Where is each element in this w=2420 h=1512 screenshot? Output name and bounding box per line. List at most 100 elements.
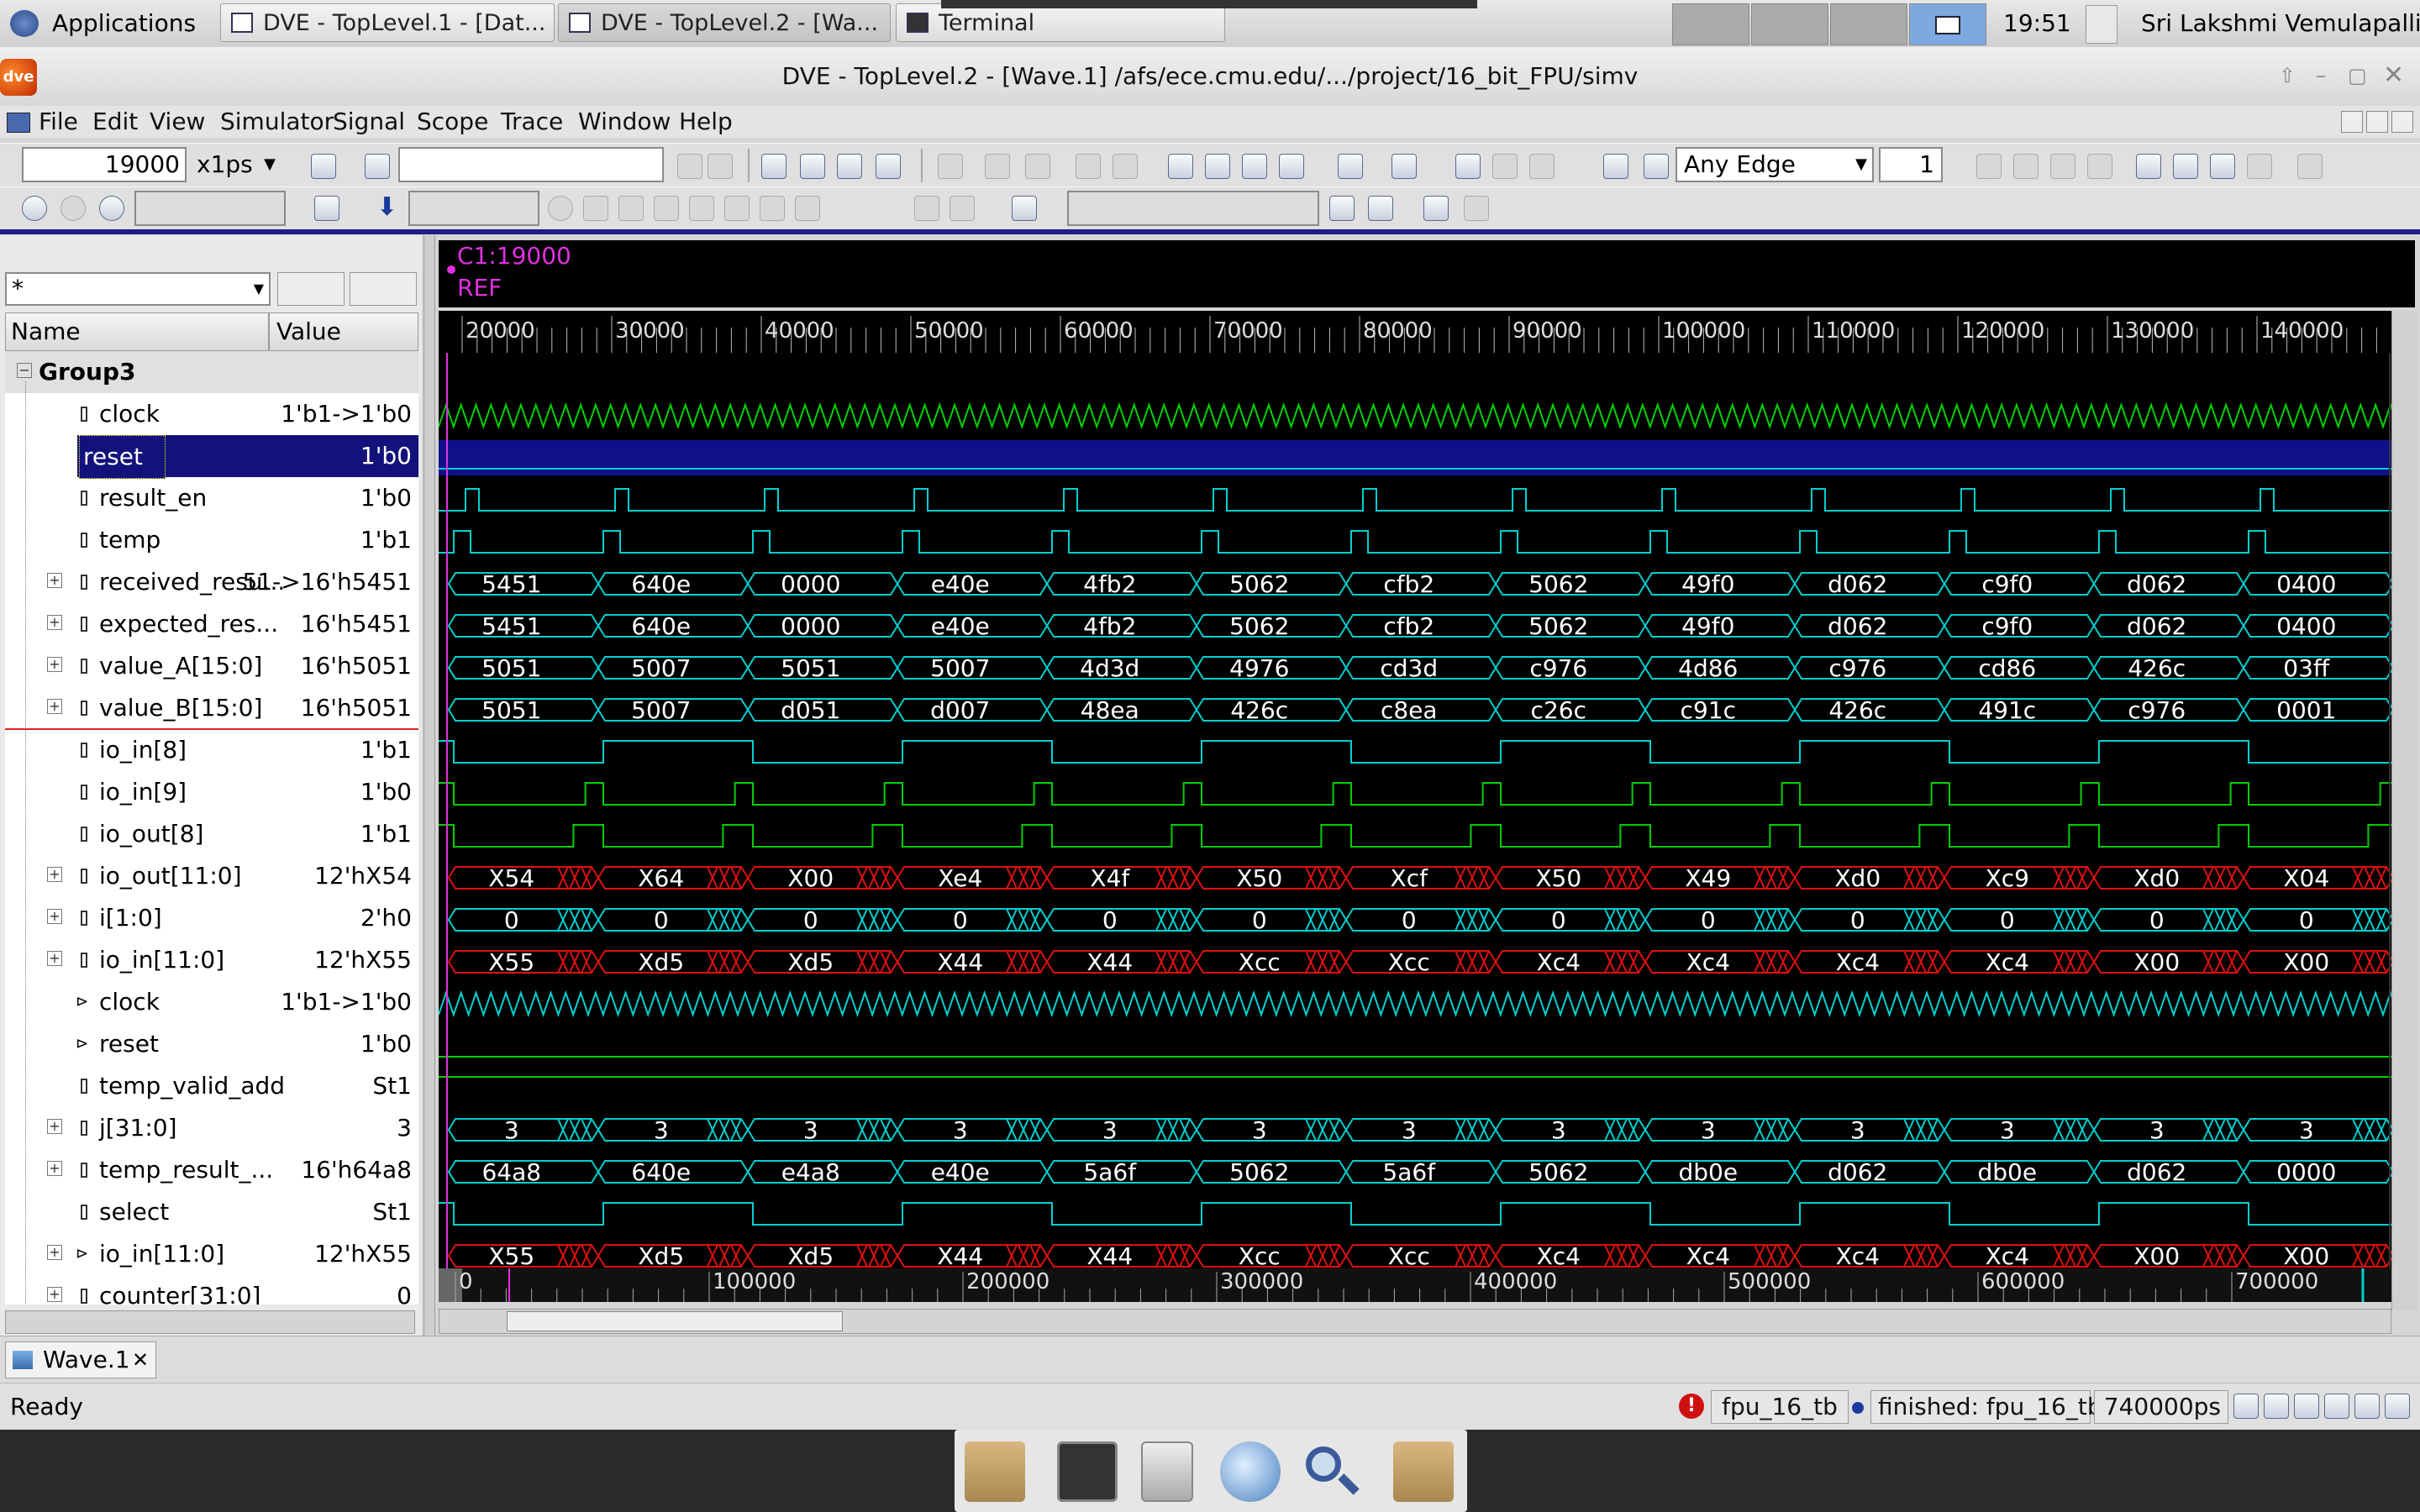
signal-row[interactable]: ⊳ clock 1'b1->1'b0	[5, 981, 418, 1023]
sim-back-icon[interactable]	[22, 196, 47, 221]
trace-driver-icon[interactable]	[761, 154, 786, 179]
workspace-4[interactable]	[1909, 3, 1986, 45]
step-next-icon[interactable]	[724, 196, 750, 221]
zoom-cursor-icon[interactable]	[2247, 154, 2272, 179]
pane-splitter[interactable]	[424, 235, 435, 1336]
console-icon[interactable]	[2233, 1394, 2259, 1419]
expand-icon[interactable]: +	[47, 867, 62, 882]
tab-close-icon[interactable]: ✕	[132, 1342, 149, 1378]
schematic-icon[interactable]	[1205, 154, 1230, 179]
menu-simulator[interactable]: Simulator	[220, 106, 334, 138]
signal-row[interactable]: + ⊳ io_in[11:0] 12'hX55	[5, 1233, 418, 1275]
waveform-svg[interactable]: 5451 640e 0000 e40e 4fb2 5062 cfb2 5062 49f0 d062…	[438, 353, 2420, 1270]
step-back-icon[interactable]	[689, 196, 714, 221]
hierarchy-icon[interactable]	[2264, 1394, 2289, 1419]
bus-icon[interactable]	[1279, 154, 1304, 179]
continue-icon[interactable]	[314, 196, 339, 221]
arrow-down-icon[interactable]: ⬇	[376, 192, 397, 222]
forward-icon[interactable]	[1113, 154, 1138, 179]
finish-icon[interactable]	[950, 196, 975, 221]
copy-icon[interactable]	[938, 154, 963, 179]
time-input[interactable]: 19000	[22, 147, 187, 182]
signal-scope-icon[interactable]	[1012, 196, 1037, 221]
step-out-icon[interactable]	[654, 196, 679, 221]
menu-file[interactable]: File	[39, 106, 78, 138]
workspace-2[interactable]	[1751, 3, 1828, 45]
signal-filter-input[interactable]: * ▼	[5, 272, 271, 306]
step-over-icon[interactable]	[618, 196, 644, 221]
task-dve-toplevel2[interactable]: DVE - TopLevel.2 - [Wa...	[558, 3, 891, 42]
home-folder-icon[interactable]	[965, 1441, 1025, 1502]
expand-icon[interactable]	[1455, 154, 1481, 179]
menu-window[interactable]: Window	[578, 106, 671, 138]
expand-icon[interactable]: +	[47, 951, 62, 966]
user-name[interactable]: Sri Lakshmi Vemulapalli	[2141, 5, 2420, 42]
menu-scope[interactable]: Scope	[417, 106, 488, 138]
menu-signal[interactable]: Signal	[333, 106, 405, 138]
task-dve-toplevel1[interactable]: DVE - TopLevel.1 - [Dat...	[220, 3, 555, 42]
reset-icon[interactable]	[914, 196, 939, 221]
menu-edit[interactable]: Edit	[92, 106, 138, 138]
move-up-icon[interactable]	[985, 154, 1010, 179]
app-menu-icon[interactable]	[7, 113, 30, 133]
signal-row[interactable]: + counter[31:0] 0	[5, 1275, 418, 1305]
pointer-icon[interactable]	[1976, 154, 2002, 179]
minimize-icon[interactable]: –	[2316, 64, 2338, 87]
zoom-full-icon[interactable]	[2136, 154, 2161, 179]
pan-icon[interactable]	[2087, 154, 2112, 179]
expand-icon[interactable]: +	[47, 657, 62, 672]
signal-row[interactable]: + temp_result_... 16'h64a8	[5, 1149, 418, 1191]
signal-row[interactable]: reset 1'b0	[5, 435, 418, 479]
expand-icon[interactable]: +	[47, 573, 62, 588]
data-view-icon[interactable]	[2324, 1394, 2349, 1419]
prev-edge-icon[interactable]	[1603, 154, 1628, 179]
next-edge-icon[interactable]	[1644, 154, 1669, 179]
run-time-input[interactable]	[408, 191, 539, 226]
list-icon[interactable]	[1168, 154, 1193, 179]
signal-row[interactable]: io_out[8] 1'b1	[5, 813, 418, 855]
search-input[interactable]	[398, 147, 664, 182]
trace-x-icon[interactable]	[837, 154, 862, 179]
back-icon[interactable]	[1076, 154, 1101, 179]
sim-scope-select[interactable]	[134, 191, 286, 226]
maximize-icon[interactable]: ▢	[2348, 64, 2370, 87]
signal-row[interactable]: temp 1'b1	[5, 519, 418, 561]
workspace-1[interactable]	[1672, 3, 1749, 45]
clock[interactable]: 19:51	[2003, 5, 2071, 42]
find-icon[interactable]	[365, 154, 390, 179]
expand-icon[interactable]: +	[47, 699, 62, 714]
signal-row[interactable]: select St1	[5, 1191, 418, 1233]
record-icon[interactable]	[548, 196, 573, 221]
mdi-close-icon[interactable]	[2391, 111, 2413, 133]
wave-view-icon[interactable]	[2385, 1394, 2410, 1419]
schematic-view-icon[interactable]	[2294, 1394, 2319, 1419]
sim-stop-icon[interactable]	[99, 196, 124, 221]
signal-row[interactable]: + i[1:0] 2'h0	[5, 897, 418, 939]
value-column-header[interactable]: Value	[276, 313, 341, 350]
group-icon[interactable]	[1492, 154, 1518, 179]
menu-help[interactable]: Help	[679, 106, 733, 138]
workspace-3[interactable]	[1830, 3, 1907, 45]
menu-view[interactable]: View	[150, 106, 205, 138]
signal-scope-select[interactable]	[1067, 191, 1319, 226]
zoom-2-icon[interactable]	[2173, 154, 2198, 179]
signal-row[interactable]: ⊳ reset 1'b0	[5, 1023, 418, 1065]
expand-icon[interactable]: +	[47, 1161, 62, 1176]
hscroll-thumb[interactable]	[507, 1311, 843, 1331]
signal-row[interactable]: + j[31:0] 3	[5, 1107, 418, 1149]
expand-icon[interactable]: +	[47, 615, 62, 630]
path-icon[interactable]	[1242, 154, 1267, 179]
display-options-button[interactable]	[350, 272, 417, 306]
waveform-icon[interactable]	[1392, 154, 1417, 179]
zoom-out-icon[interactable]	[2050, 154, 2075, 179]
file-cabinet-icon[interactable]	[1141, 1441, 1193, 1502]
error-icon[interactable]: !	[1679, 1394, 1704, 1419]
signal-row[interactable]: io_in[8] 1'b1	[5, 729, 418, 771]
expand-icon[interactable]: +	[47, 1119, 62, 1134]
trace-back-icon[interactable]	[876, 154, 901, 179]
expand-icon[interactable]: +	[47, 1287, 62, 1302]
delete-marker-icon[interactable]	[1368, 196, 1393, 221]
signal-row[interactable]: temp_valid_add St1	[5, 1065, 418, 1107]
step-in-icon[interactable]	[583, 196, 608, 221]
search-signal-icon[interactable]	[311, 154, 336, 179]
